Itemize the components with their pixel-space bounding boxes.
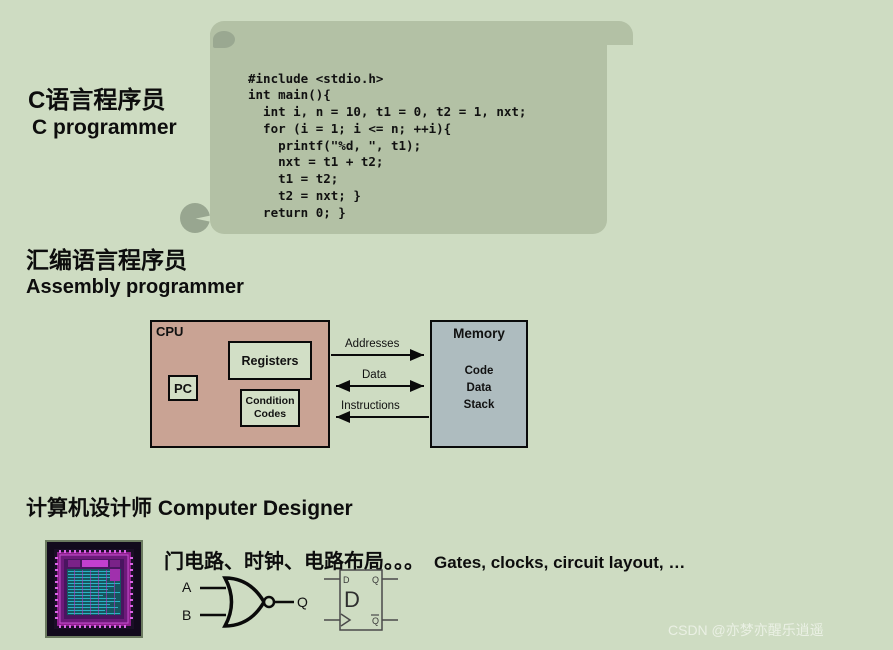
nor-gate-inversion-bubble [262, 595, 276, 609]
memory-content-code: Code [464, 365, 494, 377]
nor-gate-input-a-label: A [182, 579, 192, 595]
d-flip-flop-q-label: Q [372, 575, 379, 585]
memory-contents: Code Data Stack [430, 363, 528, 414]
nor-gate-symbol: A B Q [182, 576, 308, 628]
assembly-programmer-heading: 汇编语言程序员 Assembly programmer [26, 248, 244, 299]
pc-box: PC [168, 375, 198, 401]
d-flip-flop-symbol: D Q Q D [324, 569, 398, 631]
d-flip-flop-qbar-label: Q [372, 616, 379, 626]
designer-body-text: 门电路、时钟、电路布局。。。 Gates, clocks, circuit lay… [164, 545, 685, 574]
c-source-code: #include <stdio.h> int main(){ int i, n … [248, 70, 527, 220]
memory-content-stack: Stack [463, 399, 495, 411]
c-programmer-heading: C语言程序员 C programmer [28, 88, 177, 140]
memory-content-data: Data [466, 382, 492, 394]
nor-gate-output-label: Q [297, 594, 308, 610]
assembly-heading-cn: 汇编语言程序员 [26, 247, 187, 273]
bus-label-instructions: Instructions [341, 400, 400, 412]
nor-gate-body [222, 576, 267, 628]
bus-label-data: Data [362, 369, 387, 381]
csdn-watermark: CSDN @亦梦亦醒乐逍遥 [668, 622, 824, 638]
bus-label-addresses: Addresses [345, 338, 400, 350]
c-programmer-heading-en: C programmer [32, 116, 177, 140]
memory-title: Memory [453, 326, 505, 341]
condition-codes-line2: Codes [253, 408, 287, 420]
condition-codes-box: Condition Codes [240, 389, 300, 427]
nor-gate-input-b-label: B [182, 607, 191, 623]
microchip-die-graphic [54, 549, 134, 629]
speech-bubble-blob-bottom-icon [180, 203, 210, 233]
d-flip-flop-clock-triangle [340, 613, 352, 627]
microchip-die-image [45, 540, 143, 638]
computer-designer-heading: 计算机设计师 Computer Designer [26, 497, 353, 520]
cpu-label: CPU [156, 324, 184, 339]
slide-canvas: C语言程序员 C programmer #include <stdio.h> i… [0, 0, 893, 650]
speech-bubble-blob-top-icon [213, 31, 235, 48]
registers-box: Registers [228, 341, 312, 380]
c-programmer-heading-cn: C语言程序员 [28, 87, 166, 114]
d-flip-flop-body-label: D [344, 587, 360, 612]
assembly-heading-en: Assembly programmer [26, 276, 244, 299]
designer-body-en: Gates, clocks, circuit layout, … [434, 553, 686, 572]
d-flip-flop-d-label: D [343, 575, 350, 585]
condition-codes-line1: Condition [245, 395, 295, 408]
